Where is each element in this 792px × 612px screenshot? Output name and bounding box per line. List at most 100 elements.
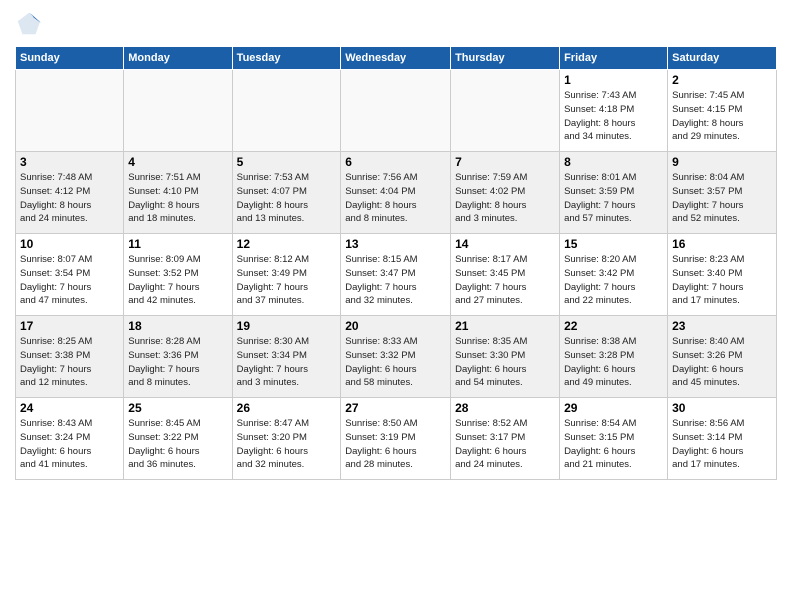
day-number: 25 (128, 401, 227, 415)
day-number: 7 (455, 155, 555, 169)
day-number: 28 (455, 401, 555, 415)
calendar-cell: 21 Sunrise: 8:35 AM Sunset: 3:30 PM Dayli… (451, 316, 560, 398)
day-info: Sunrise: 8:20 AM Sunset: 3:42 PM Dayligh… (564, 253, 663, 308)
day-info: Sunrise: 7:48 AM Sunset: 4:12 PM Dayligh… (20, 171, 119, 226)
day-info: Sunrise: 8:15 AM Sunset: 3:47 PM Dayligh… (345, 253, 446, 308)
day-number: 2 (672, 73, 772, 87)
day-number: 13 (345, 237, 446, 251)
calendar-cell: 4 Sunrise: 7:51 AM Sunset: 4:10 PM Daylig… (124, 152, 232, 234)
day-number: 12 (237, 237, 337, 251)
day-number: 1 (564, 73, 663, 87)
calendar-cell: 26 Sunrise: 8:47 AM Sunset: 3:20 PM Dayli… (232, 398, 341, 480)
calendar-cell: 28 Sunrise: 8:52 AM Sunset: 3:17 PM Dayli… (451, 398, 560, 480)
day-info: Sunrise: 8:09 AM Sunset: 3:52 PM Dayligh… (128, 253, 227, 308)
calendar-cell: 18 Sunrise: 8:28 AM Sunset: 3:36 PM Dayli… (124, 316, 232, 398)
day-info: Sunrise: 8:33 AM Sunset: 3:32 PM Dayligh… (345, 335, 446, 390)
calendar-cell: 29 Sunrise: 8:54 AM Sunset: 3:15 PM Dayli… (560, 398, 668, 480)
calendar-cell: 3 Sunrise: 7:48 AM Sunset: 4:12 PM Daylig… (16, 152, 124, 234)
calendar-cell: 22Sunrise: 8:38 AM Sunset: 3:28 PM Dayli… (560, 316, 668, 398)
day-number: 9 (672, 155, 772, 169)
day-info: Sunrise: 8:35 AM Sunset: 3:30 PM Dayligh… (455, 335, 555, 390)
day-number: 3 (20, 155, 119, 169)
day-number: 15 (564, 237, 663, 251)
calendar-header-row: SundayMondayTuesdayWednesdayThursdayFrid… (16, 47, 777, 70)
logo-icon (15, 10, 43, 38)
day-info: Sunrise: 8:07 AM Sunset: 3:54 PM Dayligh… (20, 253, 119, 308)
calendar-week-row: 17Sunrise: 8:25 AM Sunset: 3:38 PM Dayli… (16, 316, 777, 398)
day-info: Sunrise: 8:43 AM Sunset: 3:24 PM Dayligh… (20, 417, 119, 472)
calendar-cell: 24 Sunrise: 8:43 AM Sunset: 3:24 PM Dayli… (16, 398, 124, 480)
day-info: Sunrise: 8:52 AM Sunset: 3:17 PM Dayligh… (455, 417, 555, 472)
day-number: 10 (20, 237, 119, 251)
calendar-day-header: Thursday (451, 47, 560, 70)
calendar-day-header: Tuesday (232, 47, 341, 70)
day-number: 24 (20, 401, 119, 415)
calendar-week-row: 24 Sunrise: 8:43 AM Sunset: 3:24 PM Dayli… (16, 398, 777, 480)
day-info: Sunrise: 8:04 AM Sunset: 3:57 PM Dayligh… (672, 171, 772, 226)
calendar-cell: 12 Sunrise: 8:12 AM Sunset: 3:49 PM Dayli… (232, 234, 341, 316)
calendar-cell: 20Sunrise: 8:33 AM Sunset: 3:32 PM Dayli… (341, 316, 451, 398)
day-info: Sunrise: 8:40 AM Sunset: 3:26 PM Dayligh… (672, 335, 772, 390)
calendar-day-header: Friday (560, 47, 668, 70)
calendar-cell: 7 Sunrise: 7:59 AM Sunset: 4:02 PM Daylig… (451, 152, 560, 234)
day-info: Sunrise: 8:12 AM Sunset: 3:49 PM Dayligh… (237, 253, 337, 308)
day-info: Sunrise: 8:54 AM Sunset: 3:15 PM Dayligh… (564, 417, 663, 472)
calendar-cell: 11Sunrise: 8:09 AM Sunset: 3:52 PM Dayli… (124, 234, 232, 316)
calendar-cell: 6 Sunrise: 7:56 AM Sunset: 4:04 PM Daylig… (341, 152, 451, 234)
day-number: 14 (455, 237, 555, 251)
calendar-table: SundayMondayTuesdayWednesdayThursdayFrid… (15, 46, 777, 480)
calendar-cell: 16 Sunrise: 8:23 AM Sunset: 3:40 PM Dayli… (668, 234, 777, 316)
day-number: 6 (345, 155, 446, 169)
day-info: Sunrise: 7:51 AM Sunset: 4:10 PM Dayligh… (128, 171, 227, 226)
day-number: 29 (564, 401, 663, 415)
day-info: Sunrise: 8:50 AM Sunset: 3:19 PM Dayligh… (345, 417, 446, 472)
calendar-cell: 5 Sunrise: 7:53 AM Sunset: 4:07 PM Daylig… (232, 152, 341, 234)
calendar-cell: 14 Sunrise: 8:17 AM Sunset: 3:45 PM Dayli… (451, 234, 560, 316)
calendar-cell (232, 70, 341, 152)
calendar-cell (124, 70, 232, 152)
day-number: 26 (237, 401, 337, 415)
day-info: Sunrise: 7:45 AM Sunset: 4:15 PM Dayligh… (672, 89, 772, 144)
day-number: 30 (672, 401, 772, 415)
day-number: 19 (237, 319, 337, 333)
day-info: Sunrise: 7:59 AM Sunset: 4:02 PM Dayligh… (455, 171, 555, 226)
calendar-cell: 13 Sunrise: 8:15 AM Sunset: 3:47 PM Dayli… (341, 234, 451, 316)
day-info: Sunrise: 7:53 AM Sunset: 4:07 PM Dayligh… (237, 171, 337, 226)
calendar-cell (451, 70, 560, 152)
day-info: Sunrise: 8:38 AM Sunset: 3:28 PM Dayligh… (564, 335, 663, 390)
calendar-cell: 9 Sunrise: 8:04 AM Sunset: 3:57 PM Daylig… (668, 152, 777, 234)
day-info: Sunrise: 8:47 AM Sunset: 3:20 PM Dayligh… (237, 417, 337, 472)
calendar-cell: 25Sunrise: 8:45 AM Sunset: 3:22 PM Dayli… (124, 398, 232, 480)
day-number: 21 (455, 319, 555, 333)
logo (15, 10, 47, 38)
day-info: Sunrise: 8:23 AM Sunset: 3:40 PM Dayligh… (672, 253, 772, 308)
day-number: 4 (128, 155, 227, 169)
calendar-cell (16, 70, 124, 152)
day-number: 27 (345, 401, 446, 415)
day-info: Sunrise: 8:28 AM Sunset: 3:36 PM Dayligh… (128, 335, 227, 390)
day-info: Sunrise: 7:43 AM Sunset: 4:18 PM Dayligh… (564, 89, 663, 144)
day-info: Sunrise: 8:01 AM Sunset: 3:59 PM Dayligh… (564, 171, 663, 226)
day-info: Sunrise: 8:30 AM Sunset: 3:34 PM Dayligh… (237, 335, 337, 390)
day-info: Sunrise: 8:56 AM Sunset: 3:14 PM Dayligh… (672, 417, 772, 472)
calendar-cell: 27 Sunrise: 8:50 AM Sunset: 3:19 PM Dayli… (341, 398, 451, 480)
day-number: 23 (672, 319, 772, 333)
day-number: 17 (20, 319, 119, 333)
day-number: 5 (237, 155, 337, 169)
calendar-cell: 23 Sunrise: 8:40 AM Sunset: 3:26 PM Dayli… (668, 316, 777, 398)
day-info: Sunrise: 7:56 AM Sunset: 4:04 PM Dayligh… (345, 171, 446, 226)
day-number: 18 (128, 319, 227, 333)
calendar-day-header: Wednesday (341, 47, 451, 70)
calendar-cell (341, 70, 451, 152)
calendar-cell: 17Sunrise: 8:25 AM Sunset: 3:38 PM Dayli… (16, 316, 124, 398)
calendar-week-row: 3 Sunrise: 7:48 AM Sunset: 4:12 PM Daylig… (16, 152, 777, 234)
calendar-cell: 1 Sunrise: 7:43 AM Sunset: 4:18 PM Daylig… (560, 70, 668, 152)
page-header (15, 10, 777, 38)
calendar-cell: 19 Sunrise: 8:30 AM Sunset: 3:34 PM Dayli… (232, 316, 341, 398)
calendar-cell: 15 Sunrise: 8:20 AM Sunset: 3:42 PM Dayli… (560, 234, 668, 316)
day-number: 16 (672, 237, 772, 251)
day-number: 8 (564, 155, 663, 169)
calendar-day-header: Sunday (16, 47, 124, 70)
calendar-week-row: 1 Sunrise: 7:43 AM Sunset: 4:18 PM Daylig… (16, 70, 777, 152)
day-info: Sunrise: 8:17 AM Sunset: 3:45 PM Dayligh… (455, 253, 555, 308)
